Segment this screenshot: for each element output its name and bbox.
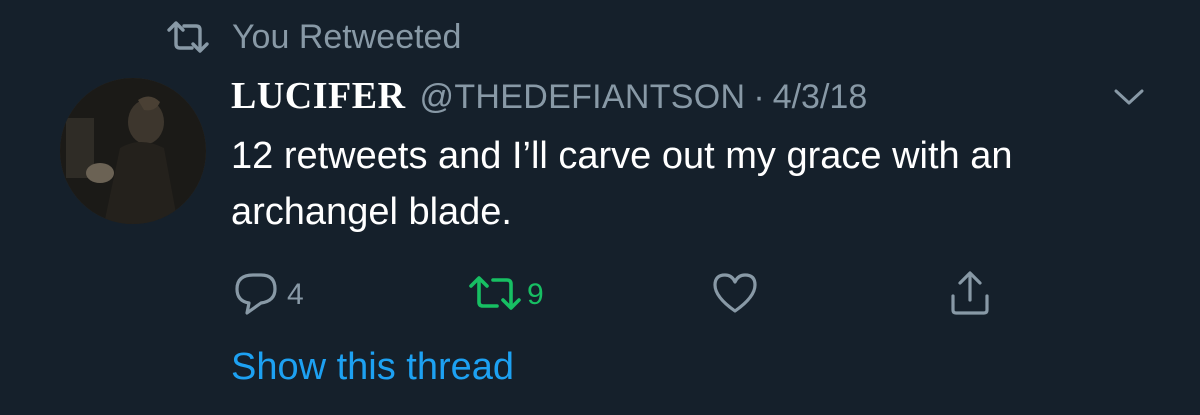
tweet-actions: 4 9 [231,270,1031,320]
retweet-button[interactable]: 9 [467,270,544,320]
reply-icon [231,269,283,322]
like-button[interactable] [711,270,763,320]
user-handle[interactable]: @THEDEFIANTSON [420,78,746,117]
avatar[interactable] [60,78,206,224]
reply-button[interactable]: 4 [231,270,304,320]
share-button[interactable] [945,270,995,320]
display-name[interactable]: LUCIFER [231,74,406,118]
tweet-text: 12 retweets and I’ll carve out my grace … [231,135,1013,233]
retweet-icon [166,20,210,54]
retweet-context: You Retweeted [166,16,461,58]
reply-count: 4 [287,278,304,311]
retweet-icon [467,273,523,318]
tweet-date[interactable]: 4/3/18 [773,78,868,117]
heart-icon [711,271,759,320]
tweet-header: LUCIFER @THEDEFIANTSON · 4/3/18 [231,74,867,120]
retweet-count: 9 [527,278,544,311]
share-icon [945,268,995,323]
chevron-down-icon[interactable] [1112,84,1146,110]
show-thread-link[interactable]: Show this thread [231,346,514,389]
separator-dot: · [753,78,765,116]
retweet-context-label: You Retweeted [232,17,462,56]
